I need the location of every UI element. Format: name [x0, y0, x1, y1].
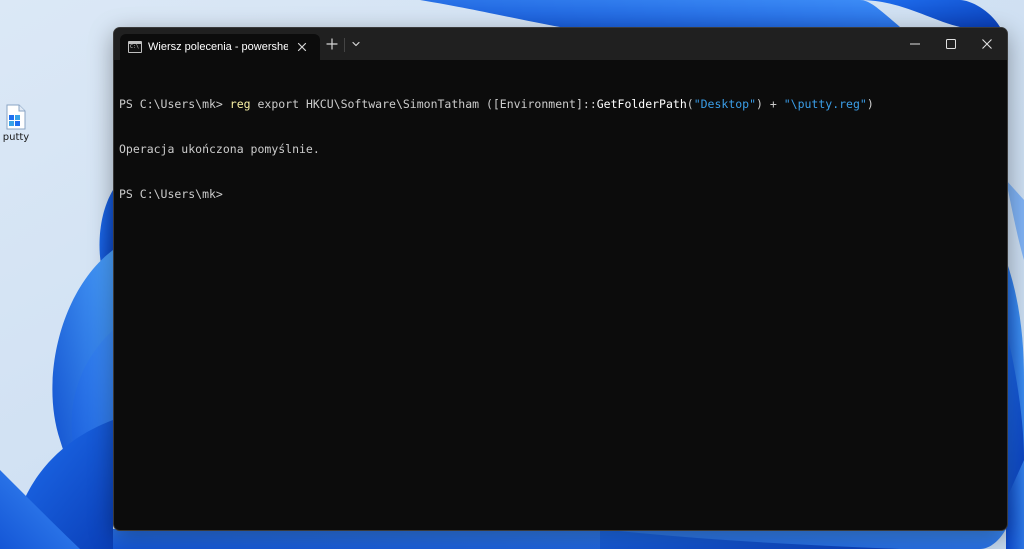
- tab-close-button[interactable]: [294, 39, 310, 55]
- maximize-icon: [946, 39, 956, 49]
- console-line-prompt: PS C:\Users\mk>: [119, 187, 223, 201]
- string-literal-desktop: "Desktop": [693, 97, 757, 111]
- tab-dropdown-button[interactable]: [345, 32, 367, 56]
- close-icon: [982, 39, 992, 49]
- console-output[interactable]: PS C:\Users\mk> reg export HKCU\Software…: [119, 67, 999, 232]
- chevron-down-icon: [352, 41, 360, 47]
- minimize-icon: [910, 43, 920, 45]
- desktop-icon-putty[interactable]: putty: [0, 100, 32, 143]
- terminal-window[interactable]: Wiersz polecenia - powershell: [113, 27, 1008, 531]
- end-paren: ): [866, 97, 874, 111]
- open-paren: (: [686, 97, 694, 111]
- method-name: GetFolderPath: [596, 97, 687, 111]
- maximize-button[interactable]: [933, 28, 969, 60]
- string-literal-file: "\putty.reg": [783, 97, 867, 111]
- new-tab-button[interactable]: [320, 32, 344, 56]
- console-line-command: PS C:\Users\mk> reg export HKCU\Software…: [119, 97, 999, 112]
- command-prompt-icon: [128, 41, 142, 53]
- close-window-button[interactable]: [969, 28, 1005, 60]
- tab-title: Wiersz polecenia - powershell: [148, 41, 288, 53]
- close-paren: ): [756, 97, 763, 111]
- tab-powershell[interactable]: Wiersz polecenia - powershell: [120, 34, 320, 60]
- desktop-icon-label: putty: [2, 132, 30, 143]
- minimize-button[interactable]: [897, 28, 933, 60]
- putty-registry-file-icon: [6, 104, 26, 130]
- prompt: PS C:\Users\mk>: [119, 97, 230, 111]
- console-line-result: Operacja ukończona pomyślnie.: [119, 142, 320, 156]
- title-bar[interactable]: Wiersz polecenia - powershell: [114, 28, 1007, 60]
- close-icon: [297, 42, 307, 52]
- plus-operator: +: [762, 97, 784, 111]
- command-args: export HKCU\Software\SimonTatham ([Envir…: [250, 97, 597, 111]
- plus-icon: [326, 38, 338, 50]
- command-name: reg: [229, 97, 251, 111]
